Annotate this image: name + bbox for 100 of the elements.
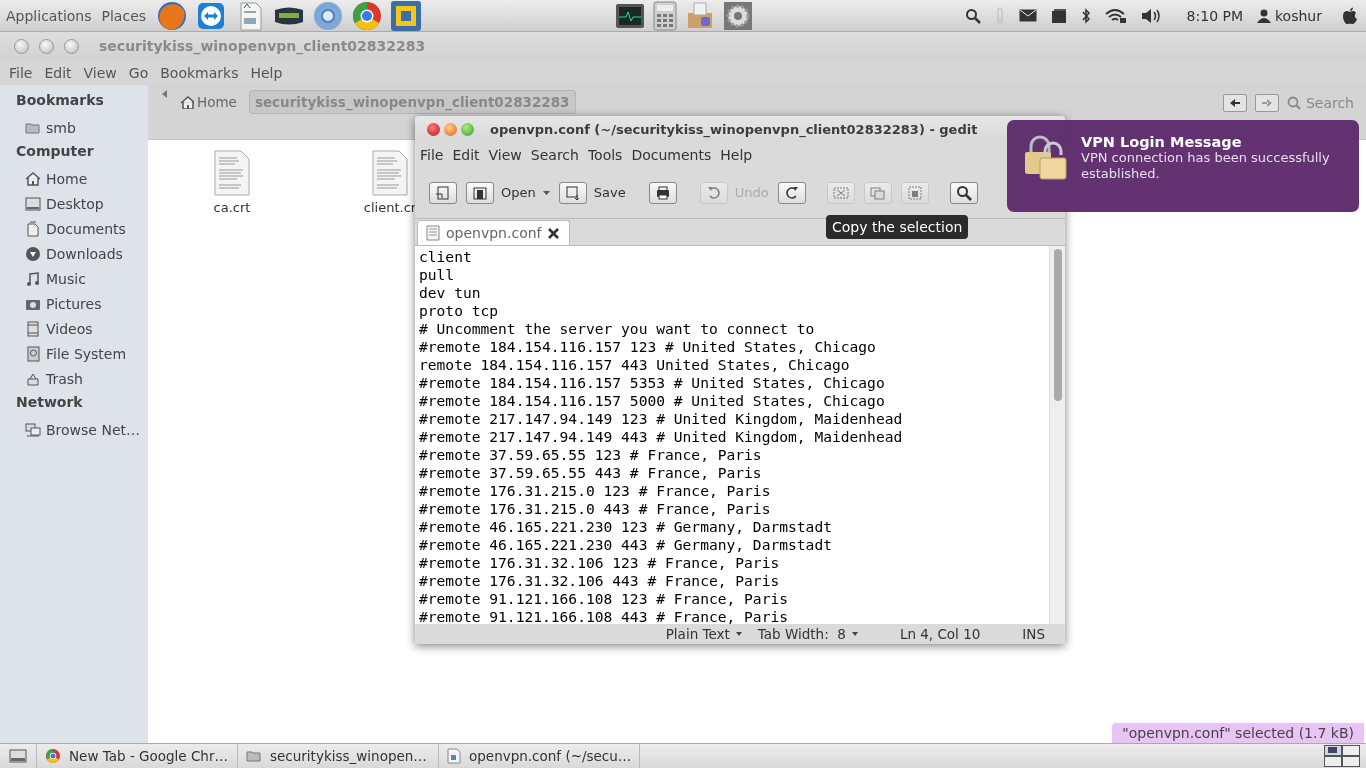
menu-item[interactable]: Documents bbox=[628, 146, 715, 163]
bluetooth-icon[interactable] bbox=[1080, 7, 1091, 24]
back-arrow-icon[interactable] bbox=[162, 90, 168, 98]
find-button[interactable] bbox=[949, 181, 978, 204]
close-button[interactable] bbox=[427, 122, 440, 136]
desktop-icon bbox=[25, 195, 41, 212]
menu-item[interactable]: Bookmarks bbox=[156, 64, 243, 81]
show-desktop-icon[interactable] bbox=[9, 749, 27, 763]
search-icon[interactable] bbox=[964, 7, 981, 24]
clock[interactable]: 8:10 PM bbox=[1186, 7, 1243, 24]
copy-icon bbox=[869, 184, 886, 201]
forward-button[interactable] bbox=[1254, 94, 1279, 112]
documents-icon bbox=[25, 220, 41, 237]
browser-icon[interactable] bbox=[156, 0, 189, 32]
open-button[interactable]: Open bbox=[466, 181, 550, 204]
path-button[interactable]: Home bbox=[174, 90, 243, 114]
sidebar-heading: Computer bbox=[15, 142, 95, 161]
sidebar-heading: Network bbox=[15, 393, 84, 412]
file-name[interactable]: client.cr bbox=[363, 200, 417, 215]
mail-icon[interactable] bbox=[1018, 9, 1037, 22]
caret-icon bbox=[851, 632, 858, 636]
panel-menu[interactable]: Places bbox=[101, 7, 153, 24]
undo-arrow-icon bbox=[705, 184, 722, 201]
sidebar-item[interactable]: Desktop bbox=[46, 195, 104, 212]
menu-item[interactable]: Help bbox=[717, 146, 756, 163]
circle-logo-icon[interactable] bbox=[312, 0, 345, 32]
sidebar-item[interactable]: File System bbox=[46, 345, 127, 362]
menu-item[interactable]: Help bbox=[246, 64, 287, 81]
minimize-button[interactable] bbox=[39, 38, 54, 54]
tab-width-dropdown[interactable]: Tab Width: 8 bbox=[757, 626, 858, 642]
padlocks-icon bbox=[1023, 134, 1067, 180]
caret-icon bbox=[735, 632, 742, 636]
download-icon bbox=[25, 245, 41, 262]
menu-item[interactable]: Search bbox=[527, 146, 582, 163]
left-arrow-icon bbox=[1229, 99, 1240, 107]
apple-icon[interactable] bbox=[1342, 6, 1358, 25]
calculator-icon[interactable] bbox=[653, 0, 678, 31]
menu-item[interactable]: Tools bbox=[584, 146, 626, 163]
close-button[interactable] bbox=[14, 38, 29, 54]
sidebar-item[interactable]: Home bbox=[46, 170, 88, 187]
notification-message: VPN connection has been successfully established. bbox=[1081, 150, 1331, 182]
text-file-icon bbox=[426, 225, 440, 241]
language-dropdown[interactable]: Plain Text bbox=[665, 626, 742, 642]
minimize-button[interactable] bbox=[444, 122, 457, 136]
sidebar-item[interactable]: Music bbox=[46, 270, 86, 287]
new-document-icon bbox=[435, 184, 451, 201]
user-name[interactable]: koshur bbox=[1275, 7, 1322, 24]
taskbar-button[interactable]: openvpn.conf (~/secu… bbox=[439, 744, 640, 768]
taskbar-button[interactable]: securitykiss_winopen… bbox=[238, 744, 439, 768]
menu-item[interactable]: File bbox=[5, 64, 37, 81]
sidebar-item[interactable]: Pictures bbox=[46, 295, 102, 312]
window-icon[interactable] bbox=[1050, 7, 1067, 24]
ring-logo-icon[interactable] bbox=[351, 0, 384, 32]
panel-menu[interactable]: Applications bbox=[6, 7, 98, 24]
volume-icon[interactable] bbox=[1140, 7, 1161, 24]
sidebar-item[interactable]: Videos bbox=[46, 320, 93, 337]
print-button[interactable] bbox=[648, 181, 677, 204]
printer-icon bbox=[654, 184, 671, 201]
film-icon bbox=[25, 320, 41, 337]
cursor-position: Ln 4, Col 10 bbox=[899, 626, 981, 642]
menu-item[interactable]: View bbox=[485, 146, 525, 163]
caret-icon bbox=[542, 190, 550, 195]
network-icon bbox=[25, 421, 41, 438]
close-icon[interactable] bbox=[547, 227, 559, 239]
home-icon bbox=[180, 95, 194, 109]
sidebar-item[interactable]: Downloads bbox=[46, 245, 123, 262]
user-icon bbox=[1257, 8, 1271, 23]
taskbar-button[interactable]: New Tab - Google Chr… bbox=[37, 744, 238, 768]
music-note-icon bbox=[25, 270, 41, 287]
text-file-icon bbox=[447, 748, 461, 764]
sidebar-heading: Bookmarks bbox=[15, 91, 105, 110]
save-button[interactable]: Save bbox=[558, 181, 626, 204]
sidebar-item[interactable]: Trash bbox=[46, 370, 83, 387]
paste-icon bbox=[906, 184, 923, 201]
arrows-square-icon[interactable] bbox=[390, 0, 423, 32]
redo-button[interactable] bbox=[777, 181, 806, 204]
menu-item[interactable]: Edit bbox=[40, 64, 76, 81]
sidebar-item[interactable]: Browse Net… bbox=[46, 421, 140, 438]
menu-item[interactable]: Go bbox=[124, 64, 153, 81]
status-message: "openvpn.conf" selected (1.7 kB) bbox=[1112, 723, 1364, 743]
document-tab[interactable]: openvpn.conf bbox=[417, 220, 570, 245]
menu-item[interactable]: View bbox=[79, 64, 121, 81]
maximize-button[interactable] bbox=[64, 38, 79, 54]
sidebar-item[interactable]: smb bbox=[46, 119, 76, 136]
workspace-switcher-icon[interactable] bbox=[1324, 745, 1360, 767]
notification-title: VPN Login Message bbox=[1081, 134, 1243, 150]
save-icon bbox=[564, 184, 581, 201]
scrollbar-thumb[interactable] bbox=[1053, 249, 1062, 401]
new-document-button[interactable] bbox=[429, 181, 457, 204]
folder-icon bbox=[246, 748, 262, 764]
search-icon bbox=[955, 184, 972, 201]
menu-item[interactable]: Edit bbox=[449, 146, 483, 163]
tooltip: Copy the selection bbox=[826, 215, 969, 239]
menu-item[interactable]: File bbox=[417, 146, 447, 163]
sidebar-item[interactable]: Documents bbox=[46, 220, 126, 237]
back-button[interactable] bbox=[1222, 94, 1247, 112]
file-name[interactable]: ca.crt bbox=[213, 200, 251, 215]
gear-icon[interactable] bbox=[723, 0, 754, 31]
wifi-icon[interactable] bbox=[1104, 7, 1127, 24]
folder-icon bbox=[472, 184, 488, 201]
